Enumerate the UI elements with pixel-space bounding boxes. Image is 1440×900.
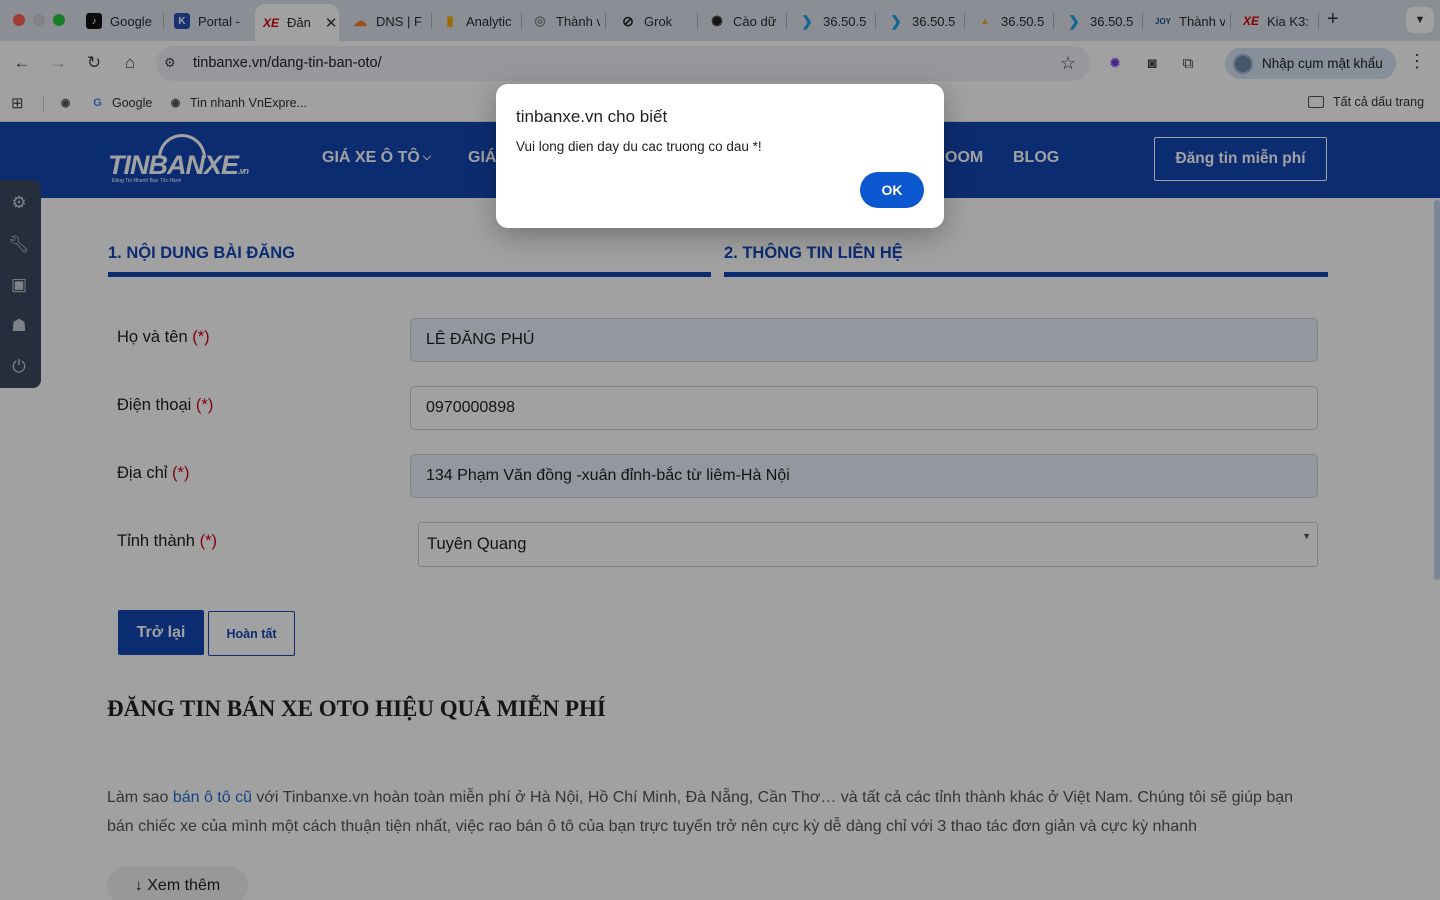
page-scrollbar[interactable] — [1434, 200, 1440, 580]
alert-title: tinbanxe.vn cho biết — [516, 107, 668, 126]
alert-dialog: tinbanxe.vn cho biết Vui long dien day d… — [496, 84, 944, 228]
alert-ok-button[interactable]: OK — [860, 172, 924, 208]
alert-message: Vui long dien day du cac truong co dau *… — [516, 139, 762, 154]
